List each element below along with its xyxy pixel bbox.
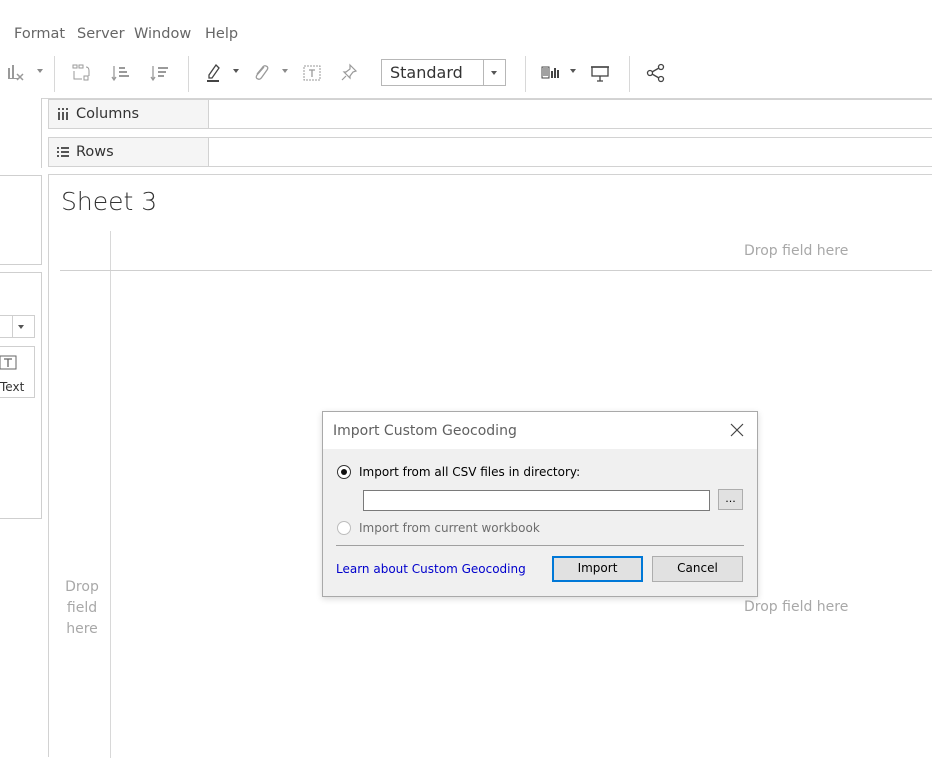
import-workbook-label[interactable]: Import from current workbook [359, 521, 540, 535]
text-mark-icon [0, 355, 17, 370]
drop-field-right[interactable]: Drop field here [744, 599, 848, 615]
marks-text-button[interactable]: Text [0, 346, 35, 398]
rows-icon [57, 147, 69, 157]
marks-text-label: Text [0, 380, 25, 394]
dialog-titlebar: Import Custom Geocoding [323, 412, 757, 449]
menu-format[interactable]: Format [14, 26, 65, 42]
highlight-caret-icon[interactable] [233, 69, 239, 73]
group-caret-icon[interactable] [282, 69, 288, 73]
import-directory-label[interactable]: Import from all CSV files in directory: [359, 465, 580, 479]
menu-window[interactable]: Window [134, 26, 191, 42]
fit-dropdown[interactable]: Standard [381, 59, 506, 86]
cancel-button[interactable]: Cancel [652, 556, 743, 582]
left-panel-marks: Text [0, 272, 42, 519]
columns-label: Columns [76, 106, 140, 122]
rows-shelf[interactable]: Rows [48, 137, 932, 167]
columns-shelf[interactable]: Columns [48, 99, 932, 129]
left-panel-filters [0, 175, 42, 265]
menu-bar: Format Server Window Help [0, 0, 932, 50]
sheet-title[interactable]: Sheet 3 [61, 187, 157, 216]
share-icon[interactable] [645, 62, 667, 84]
sort-ascending-icon[interactable] [110, 62, 132, 84]
chevron-down-icon [18, 325, 24, 329]
column-header-divider [60, 270, 932, 271]
clear-sheet-icon[interactable] [6, 62, 28, 84]
menu-server[interactable]: Server [77, 26, 125, 42]
group-icon[interactable] [250, 62, 272, 84]
toolbar: Standard [0, 50, 932, 99]
drop-field-top[interactable]: Drop field here [744, 243, 848, 259]
presentation-icon[interactable] [589, 62, 611, 84]
browse-button[interactable]: ... [718, 489, 743, 510]
show-me-caret-icon[interactable] [570, 69, 576, 73]
row-header-divider [110, 231, 111, 758]
import-geocoding-dialog: Import Custom Geocoding Import from all … [322, 411, 758, 597]
sort-descending-icon[interactable] [149, 62, 171, 84]
import-workbook-radio[interactable] [337, 521, 351, 535]
dialog-divider [336, 545, 744, 546]
fit-dropdown-button[interactable] [483, 60, 505, 85]
swap-icon[interactable] [70, 62, 92, 84]
toolbar-separator [188, 56, 189, 92]
toolbar-separator [629, 56, 630, 92]
drop-field-left[interactable]: Drop field here [63, 577, 101, 640]
highlight-icon[interactable] [204, 62, 226, 84]
show-labels-icon[interactable] [301, 62, 323, 84]
close-icon[interactable] [729, 422, 745, 438]
mark-type-dropdown[interactable] [0, 315, 35, 338]
chevron-down-icon [491, 71, 497, 75]
left-panel-pages [0, 98, 42, 168]
fix-axes-icon[interactable] [338, 62, 360, 84]
columns-icon [58, 108, 68, 120]
dialog-title: Import Custom Geocoding [333, 423, 517, 439]
import-directory-radio[interactable] [337, 465, 351, 479]
clear-sheet-caret-icon[interactable] [37, 69, 43, 73]
toolbar-separator [525, 56, 526, 92]
learn-geocoding-link[interactable]: Learn about Custom Geocoding [336, 562, 526, 576]
rows-label: Rows [76, 144, 114, 160]
show-me-icon[interactable] [540, 62, 562, 84]
toolbar-separator [54, 56, 55, 92]
directory-path-input[interactable] [363, 490, 710, 511]
fit-dropdown-value: Standard [390, 63, 463, 82]
import-button[interactable]: Import [552, 556, 643, 582]
menu-help[interactable]: Help [205, 26, 238, 42]
